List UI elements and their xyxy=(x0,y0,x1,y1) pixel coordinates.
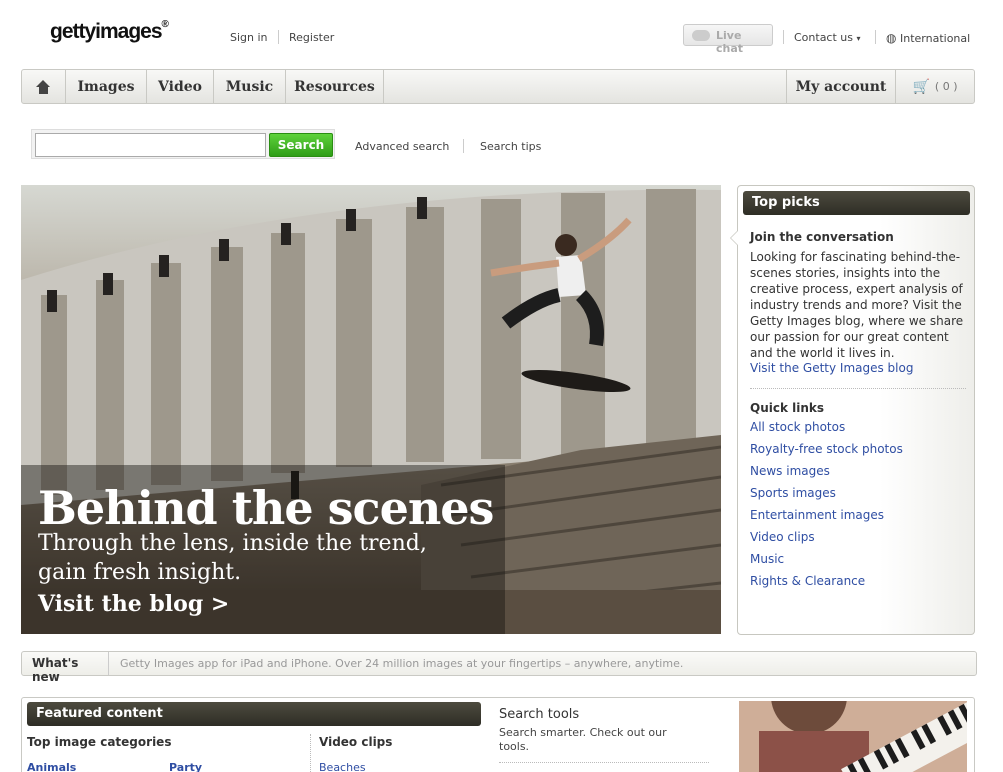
international-label: International xyxy=(899,32,971,45)
sign-in-link[interactable]: Sign in xyxy=(230,31,268,44)
whats-new-text[interactable]: Getty Images app for iPad and iPhone. Ov… xyxy=(120,657,683,670)
quick-link-news-images[interactable]: News images xyxy=(750,464,830,478)
live-chat-button[interactable]: Live chat xyxy=(683,24,773,55)
advanced-search-link[interactable]: Advanced search xyxy=(355,140,449,153)
international-link[interactable]: ◍ International xyxy=(886,31,970,45)
logo-text: gettyimages xyxy=(50,20,163,43)
quick-link-all-stock-photos[interactable]: All stock photos xyxy=(750,420,845,434)
search-bar: Search xyxy=(31,129,335,159)
header-divider xyxy=(278,30,279,44)
chat-bubble-icon xyxy=(692,30,710,41)
quick-link-rights-clearance[interactable]: Rights & Clearance xyxy=(750,574,865,588)
search-divider xyxy=(463,139,464,153)
search-tools-divider xyxy=(499,762,709,763)
header-divider xyxy=(875,30,876,44)
hero-banner[interactable]: Behind the scenes Through the lens, insi… xyxy=(21,185,721,634)
panel-pointer xyxy=(730,230,738,246)
nav-music[interactable]: Music xyxy=(214,70,286,103)
featured-photo-keyboard-player[interactable] xyxy=(739,701,967,772)
cart-count: ( 0 ) xyxy=(934,80,958,93)
visit-blog-link[interactable]: Visit the blog > xyxy=(38,591,229,617)
cart-icon: 🛒 xyxy=(912,78,930,95)
register-link[interactable]: Register xyxy=(289,31,334,44)
join-conversation-text: Looking for fascinating behind-the-scene… xyxy=(750,250,964,360)
quick-link-royalty-free[interactable]: Royalty-free stock photos xyxy=(750,442,903,456)
nav-resources[interactable]: Resources xyxy=(286,70,384,103)
quick-link-music[interactable]: Music xyxy=(750,552,784,566)
globe-icon: ◍ xyxy=(886,31,897,45)
live-chat-label: Live chat xyxy=(716,29,744,55)
quick-link-sports-images[interactable]: Sports images xyxy=(750,486,836,500)
search-tools-title: Search tools xyxy=(499,707,580,722)
getty-blog-link[interactable]: Visit the Getty Images blog xyxy=(750,361,913,375)
home-button[interactable] xyxy=(22,70,66,103)
hero-subtitle-line1: Through the lens, inside the trend, xyxy=(38,531,427,556)
search-input[interactable] xyxy=(35,133,266,157)
contact-us-label: Contact us xyxy=(794,31,853,44)
logo-registered-mark: ® xyxy=(161,19,169,30)
quick-links-list: All stock photos Royalty-free stock phot… xyxy=(750,420,903,596)
video-link-beaches[interactable]: Beaches xyxy=(319,761,366,772)
my-account-button[interactable]: My account xyxy=(786,70,896,103)
main-nav: Images Video Music Resources My account … xyxy=(21,69,975,104)
home-icon xyxy=(36,79,51,94)
header-divider xyxy=(783,30,784,44)
featured-content-header: Featured content xyxy=(27,702,481,726)
quick-link-entertainment-images[interactable]: Entertainment images xyxy=(750,508,884,522)
chevron-down-icon: ▾ xyxy=(856,34,861,43)
video-clips-title: Video clips xyxy=(319,735,393,749)
nav-images[interactable]: Images xyxy=(66,70,147,103)
quick-link-video-clips[interactable]: Video clips xyxy=(750,530,815,544)
featured-photo-art xyxy=(739,701,967,772)
hero-title: Behind the scenes xyxy=(38,481,494,535)
hero-subtitle-line2: gain fresh insight. xyxy=(38,560,242,585)
top-image-categories-title: Top image categories xyxy=(27,735,172,749)
cart-button[interactable]: 🛒 ( 0 ) xyxy=(896,70,974,103)
top-picks-header: Top picks xyxy=(743,191,970,215)
search-tips-link[interactable]: Search tips xyxy=(480,140,541,153)
contact-us-link[interactable]: Contact us ▾ xyxy=(794,31,861,44)
column-divider xyxy=(310,734,311,772)
featured-section: Featured content Top image categories Vi… xyxy=(21,697,975,772)
join-conversation-title: Join the conversation xyxy=(750,230,894,244)
whats-new-bar: What's new Getty Images app for iPad and… xyxy=(21,651,977,684)
search-tools-text: Search smarter. Check out our tools. xyxy=(499,726,667,753)
category-link-party[interactable]: Party xyxy=(169,761,202,772)
top-picks-panel: Top picks Join the conversation Looking … xyxy=(730,185,975,635)
search-button[interactable]: Search xyxy=(269,133,333,157)
whats-new-label: What's new xyxy=(22,652,109,684)
gettyimages-logo[interactable]: gettyimages® xyxy=(50,19,169,44)
category-link-animals[interactable]: Animals xyxy=(27,761,76,772)
nav-video[interactable]: Video xyxy=(147,70,214,103)
sidebar-divider xyxy=(750,388,966,389)
quick-links-title: Quick links xyxy=(750,401,825,415)
